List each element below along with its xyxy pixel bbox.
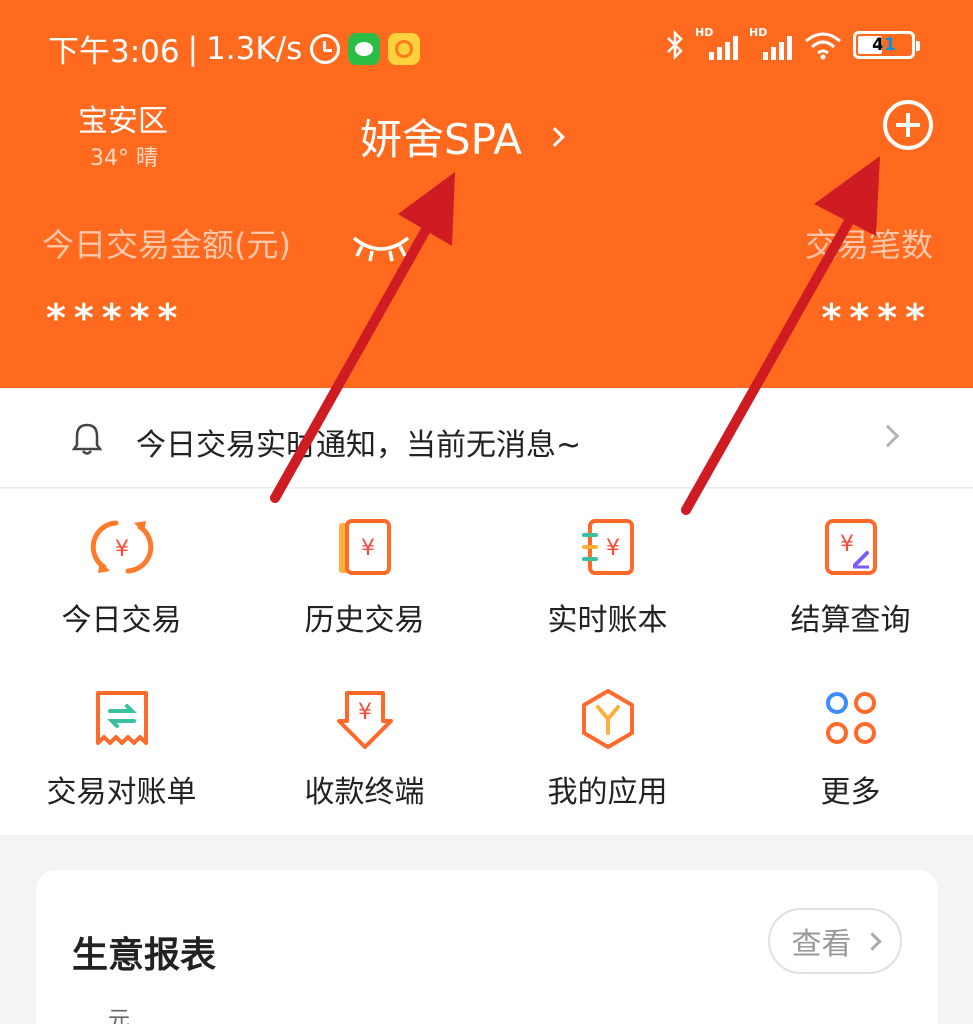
grid-label: 更多 [820,775,881,810]
location-label[interactable]: 宝安区 [78,96,168,140]
store-switcher[interactable]: 妍舍SPA [360,106,565,167]
header: 下午3:06 | 1.3K/s HD HD 41 宝安区 34° 晴 妍舍SPA… [0,0,973,388]
grid-label: 收款终端 [304,775,425,810]
svg-text:¥: ¥ [358,700,372,725]
bluetooth-icon [667,30,683,60]
status-time: 下午3:06 [48,34,180,70]
grid-item-statement[interactable]: 交易对账单 [0,661,243,831]
more-apps-icon [825,692,876,744]
status-bar: 下午3:06 | 1.3K/s HD HD 41 [0,22,973,72]
chevron-right-icon [862,931,882,951]
grid-item-pos-terminal[interactable]: ¥ 收款终端 [243,661,486,831]
realtime-ledger-icon: ¥ [581,519,634,575]
statement-icon [95,691,148,745]
signal-icon-1: HD [695,26,739,60]
store-name: 妍舍SPA [360,115,523,164]
notice-text: 今日交易实时通知，当前无消息~ [136,428,582,463]
signal-icon-2: HD [749,26,793,60]
grid-item-settlement-query[interactable]: ¥ 结算查询 [729,489,972,659]
grid-label: 结算查询 [790,603,911,638]
grid-label: 实时账本 [547,603,668,638]
history-trade-icon: ¥ [338,519,391,575]
wifi-icon [805,32,841,60]
function-grid: ¥ 今日交易 ¥ 历史交易 ¥ 实时账本 ¥ 结算查询 交易对账单 ¥ 收款终端… [0,489,973,835]
bell-icon [72,423,102,455]
today-trade-icon: ¥ [90,520,153,574]
my-apps-icon [581,689,634,749]
svg-text:¥: ¥ [840,532,854,557]
grid-item-today-trade[interactable]: ¥ 今日交易 [0,489,243,659]
grid-label: 历史交易 [304,603,425,638]
view-label: 查看 [791,927,852,962]
notification-app-icon [388,32,421,65]
today-amount-label: 今日交易金额(元) [42,226,291,264]
report-title: 生意报表 [72,935,217,976]
grid-item-history-trade[interactable]: ¥ 历史交易 [243,489,486,659]
status-separator: | [187,30,199,67]
grid-label: 今日交易 [61,603,182,638]
settlement-query-icon: ¥ [824,519,877,575]
report-unit: 元 [108,1008,131,1024]
txn-count-value: **** [821,296,933,340]
view-report-button[interactable]: 查看 [768,908,902,974]
chevron-right-icon [545,126,565,147]
grid-item-realtime-ledger[interactable]: ¥ 实时账本 [486,489,729,659]
grid-item-my-apps[interactable]: 我的应用 [486,661,729,831]
txn-count-label: 交易笔数 [804,226,933,264]
wechat-icon [348,32,381,65]
alarm-icon [310,33,341,64]
eye-closed-icon[interactable] [350,232,412,262]
add-circle-icon[interactable] [883,100,933,150]
status-network-speed: 1.3K/s [206,30,303,67]
grid-label: 交易对账单 [46,775,197,810]
grid-item-more[interactable]: 更多 [729,661,972,831]
battery-level: 41 [872,35,896,55]
svg-text:¥: ¥ [606,536,620,561]
svg-text:¥: ¥ [115,537,129,562]
weather-label: 34° 晴 [90,146,158,171]
svg-text:¥: ¥ [361,536,375,561]
business-report-card: 生意报表 查看 元 [36,870,938,1024]
battery-icon: 41 [853,31,920,59]
today-amount-value: ***** [46,296,186,340]
pos-terminal-icon: ¥ [336,691,393,749]
grid-label: 我的应用 [547,775,668,810]
